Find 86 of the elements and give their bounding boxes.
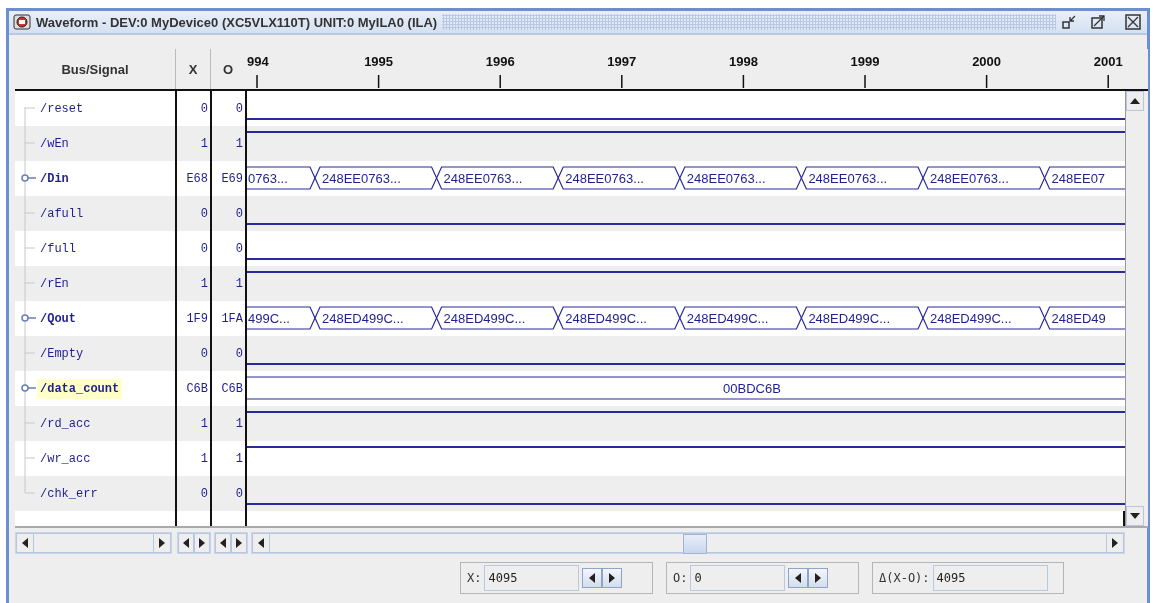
- left-triangle-icon: [22, 538, 28, 548]
- close-icon[interactable]: [1125, 14, 1141, 30]
- tick-label: 1997: [607, 54, 637, 69]
- left-triangle-icon: [795, 573, 802, 583]
- horizontal-scrollbar[interactable]: [177, 532, 211, 554]
- right-triangle-icon: [199, 538, 205, 548]
- signal-name[interactable]: /chk_err: [37, 483, 101, 504]
- tick-label: 1998: [728, 54, 758, 69]
- tick-label: 2000: [972, 54, 1002, 69]
- window-title: Waveform - DEV:0 MyDevice0 (XC5VLX110T) UNIT:0 MyILA0 (ILA): [36, 14, 438, 30]
- left-triangle-icon: [183, 538, 189, 548]
- tick-label: 994: [247, 54, 269, 69]
- left-triangle-icon: [589, 573, 596, 583]
- signal-name[interactable]: /reset: [37, 98, 87, 119]
- bus-value: 248EE0763...: [443, 171, 523, 186]
- bus-value: 499C...: [248, 311, 290, 326]
- scroll-left-button[interactable]: [178, 533, 194, 553]
- left-triangle-icon: [258, 538, 264, 548]
- column-header: O: [210, 49, 245, 89]
- scroll-left-button[interactable]: [215, 533, 231, 553]
- scroll-right-button[interactable]: [1106, 533, 1124, 553]
- cursor-label: O:: [673, 571, 688, 585]
- step-right-button[interactable]: [602, 568, 623, 588]
- cursor-label: X:: [467, 571, 482, 585]
- bus-value: 248ED499C...: [930, 311, 1012, 326]
- down-triangle-icon: [1130, 513, 1140, 519]
- expand-handle-icon[interactable]: [19, 161, 37, 196]
- tick-label: 1996: [485, 54, 515, 69]
- step-left-button[interactable]: [582, 568, 603, 588]
- column-header: X: [175, 49, 210, 89]
- up-triangle-icon: [1130, 98, 1140, 104]
- app-icon: [13, 14, 31, 30]
- signal-name[interactable]: /Empty: [37, 343, 87, 364]
- horizontal-scrollbar[interactable]: [214, 532, 248, 554]
- restore-icon[interactable]: [1061, 14, 1077, 30]
- tick-label: 1995: [364, 54, 394, 69]
- bus-value: 248EE07: [1051, 171, 1106, 186]
- bus-value: 248ED499C...: [443, 311, 526, 326]
- right-triangle-icon: [815, 573, 822, 583]
- scrollbar-thumb[interactable]: [683, 534, 707, 554]
- bus-value: 0763...: [248, 171, 288, 186]
- scroll-down-button[interactable]: [1126, 506, 1144, 526]
- signal-name[interactable]: /data_count: [37, 378, 123, 399]
- signal-name[interactable]: /wEn: [37, 133, 72, 154]
- cursor-field[interactable]: 4095: [932, 565, 1048, 591]
- scroll-up-button[interactable]: [1126, 91, 1144, 111]
- bus-value: 248ED499C...: [565, 311, 647, 326]
- scroll-right-button[interactable]: [153, 533, 171, 553]
- horizontal-scrollbar[interactable]: [15, 532, 172, 554]
- signal-name[interactable]: /Qout: [37, 308, 79, 329]
- step-left-button[interactable]: [788, 568, 809, 588]
- signal-name[interactable]: /rEn: [37, 273, 72, 294]
- signal-name[interactable]: /Din: [37, 168, 72, 189]
- right-triangle-icon: [236, 538, 242, 548]
- bus-value: 248ED499C...: [686, 311, 769, 326]
- bus-value: 248ED49: [1051, 311, 1106, 326]
- scroll-left-button[interactable]: [252, 533, 270, 553]
- scroll-left-button[interactable]: [16, 533, 34, 553]
- bus-value: 248EE0763...: [808, 171, 888, 186]
- cursor-field[interactable]: 4095: [484, 565, 580, 591]
- scroll-right-button[interactable]: [194, 533, 210, 553]
- bus-value: 248EE0763...: [686, 171, 766, 186]
- signal-name[interactable]: /wr_acc: [37, 448, 94, 469]
- column-header: Bus/Signal: [60, 60, 130, 79]
- tick-label: 1999: [850, 54, 880, 69]
- tick-label: 2001: [1093, 54, 1123, 69]
- maximize-icon[interactable]: [1090, 14, 1106, 30]
- bus-value: 00BDC6B: [723, 381, 781, 396]
- bus-value: 248EE0763...: [930, 171, 1009, 186]
- signal-name[interactable]: /afull: [37, 203, 87, 224]
- cursor-label: Δ(X-O):: [879, 571, 930, 585]
- expand-handle-icon[interactable]: [19, 301, 37, 336]
- signal-name[interactable]: /full: [37, 238, 79, 259]
- cursor-field[interactable]: 0: [690, 565, 786, 591]
- right-triangle-icon: [1112, 538, 1118, 548]
- signal-name[interactable]: /rd_acc: [37, 413, 94, 434]
- bus-value: 248EE0763...: [565, 171, 644, 186]
- right-triangle-icon: [159, 538, 165, 548]
- right-triangle-icon: [609, 573, 616, 583]
- left-triangle-icon: [220, 538, 226, 548]
- bus-value: 248EE0763...: [322, 171, 401, 186]
- bus-value: 248ED499C...: [808, 311, 891, 326]
- step-right-button[interactable]: [808, 568, 829, 588]
- scroll-right-button[interactable]: [231, 533, 247, 553]
- bus-value: 248ED499C...: [322, 311, 404, 326]
- expand-handle-icon[interactable]: [19, 371, 37, 406]
